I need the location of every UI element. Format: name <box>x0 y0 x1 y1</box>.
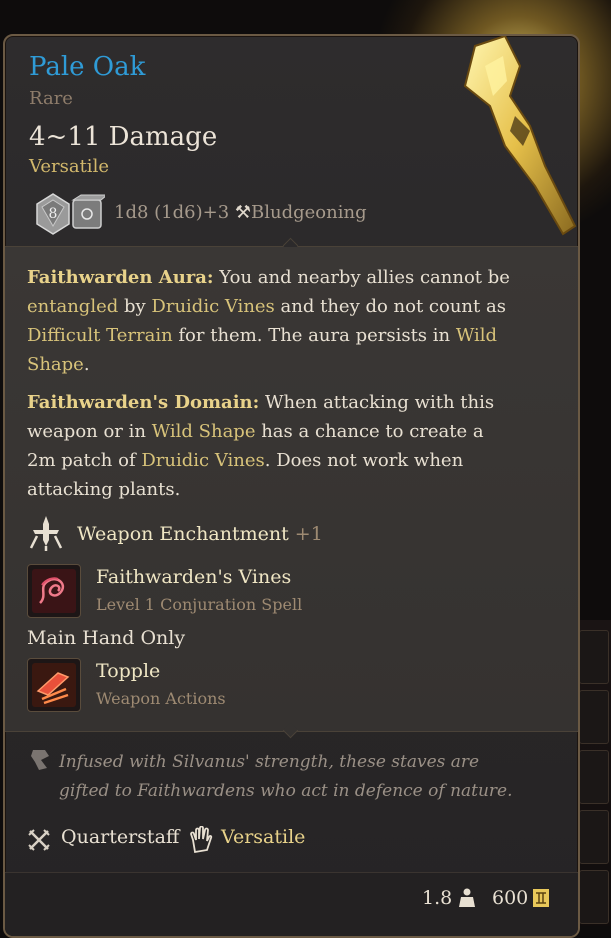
spell-name: Faithwarden's Vines <box>96 566 292 588</box>
dice-formula: 1d8 (1d6)+3 <box>114 202 230 223</box>
crossed-swords-icon <box>28 829 50 851</box>
passive-text: and they do not count as <box>274 296 506 317</box>
background-hotbar <box>575 620 611 926</box>
passive-text: for them. The aura persists in <box>172 325 456 346</box>
hotbar-slot[interactable] <box>579 690 609 744</box>
sword-enchant-icon <box>29 516 63 551</box>
item-tooltip: Pale Oak Rare 4~11 Damage Versatile 8 1d… <box>3 34 580 938</box>
passive-name: Faithwarden Aura: <box>27 267 214 288</box>
main-hand-only: Main Hand Only <box>27 627 186 649</box>
topple-action-icon[interactable] <box>27 658 81 712</box>
lore-divider <box>5 722 578 739</box>
hand-icon <box>190 826 213 854</box>
gold-coin-icon <box>533 889 549 907</box>
action-detail: Weapon Actions <box>96 689 226 708</box>
action-name: Topple <box>96 660 161 682</box>
item-price: 600 <box>492 887 529 909</box>
item-damage: 4~11 Damage <box>29 122 218 152</box>
damage-type: Bludgeoning <box>251 202 367 223</box>
passive-faithwarden-aura: Faithwarden Aura: You and nearby allies … <box>27 263 517 379</box>
hammer-icon: ⚒ <box>234 202 252 223</box>
enchantment-bonus: +1 <box>294 523 323 545</box>
keyword-link[interactable]: Difficult Terrain <box>27 325 173 346</box>
keyword-link[interactable]: Druidic Vines <box>141 450 264 471</box>
keyword-link[interactable]: entangled <box>27 296 118 317</box>
d8-d6-dice-icon: 8 <box>36 193 105 235</box>
vines-spell-icon[interactable] <box>27 564 81 618</box>
item-property-tag: Versatile <box>29 156 109 177</box>
passive-name: Faithwarden's Domain: <box>27 392 260 413</box>
property-quarterstaff: Quarterstaff <box>61 826 180 848</box>
quill-icon <box>31 750 49 770</box>
lore-text: Infused with Silvanus' strength, these s… <box>59 752 513 801</box>
hotbar-slot[interactable] <box>579 810 609 864</box>
spell-detail: Level 1 Conjuration Spell <box>96 595 303 614</box>
item-rarity: Rare <box>29 88 73 109</box>
weapon-enchantment: Weapon Enchantment +1 <box>77 523 323 545</box>
passive-text: by <box>118 296 152 317</box>
dice-label: 8 <box>49 206 58 222</box>
keyword-link[interactable]: Druidic Vines <box>151 296 274 317</box>
item-footer: 1.8 600 <box>5 873 578 936</box>
enchantment-label: Weapon Enchantment <box>77 523 289 545</box>
passive-text: . <box>83 354 90 375</box>
passive-faithwardens-domain: Faithwarden's Domain: When attacking wit… <box>27 388 517 504</box>
item-weight: 1.8 <box>422 887 453 909</box>
pale-oak-staff-icon <box>463 36 577 236</box>
weight-icon <box>459 888 475 907</box>
passive-text: You and nearby allies cannot be <box>213 267 510 288</box>
hotbar-slot[interactable] <box>579 630 609 684</box>
property-versatile: Versatile <box>221 826 306 848</box>
damage-dice-text: 1d8 (1d6)+3 ⚒Bludgeoning <box>114 202 367 223</box>
item-name: Pale Oak <box>29 52 146 82</box>
hotbar-slot[interactable] <box>579 870 609 924</box>
keyword-link[interactable]: Wild Shape <box>152 421 256 442</box>
hotbar-slot[interactable] <box>579 750 609 804</box>
